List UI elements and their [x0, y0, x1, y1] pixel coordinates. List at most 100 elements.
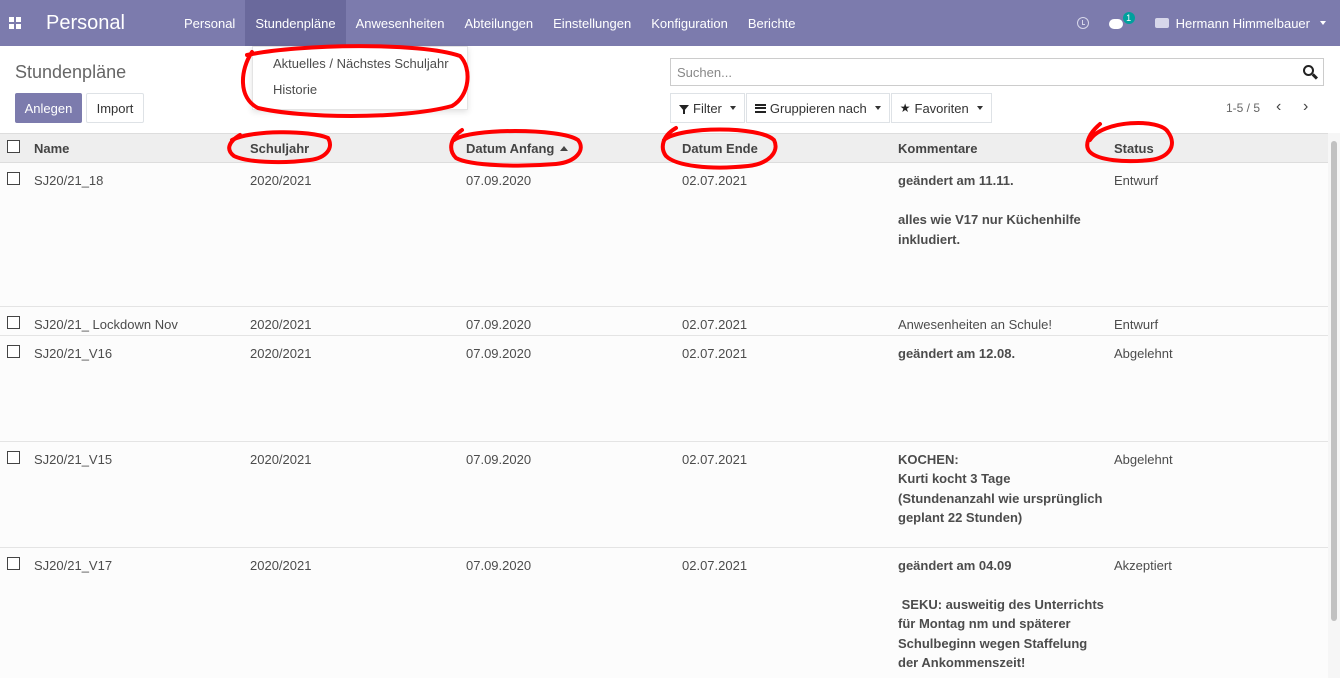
table-row[interactable]: SJ20/21_V17 2020/2021 07.09.2020 02.07.2021… [0, 547, 1328, 678]
column-header-datum-ende[interactable]: Datum Ende [676, 134, 892, 163]
kommentar-line: geändert am 11.11. [898, 173, 1014, 188]
dropdown-item-historie[interactable]: Historie [253, 77, 467, 103]
cell-name: SJ20/21_V15 [34, 451, 113, 467]
menu-item-stundenplaene[interactable]: Stundenpläne [245, 0, 346, 46]
column-header-status[interactable]: Status [1108, 134, 1328, 163]
row-checkbox[interactable] [7, 556, 20, 570]
menu-item-personal[interactable]: Personal [174, 0, 245, 46]
main-menu: Personal Stundenpläne Anwesenheiten Abte… [174, 0, 806, 46]
cell-name: SJ20/21_18 [34, 173, 104, 188]
cell-schuljahr: 2020/2021 [250, 345, 312, 361]
caret-down-icon [729, 106, 736, 110]
cell-status: Akzeptiert [1114, 557, 1172, 573]
kommentar-line: Kurti kocht 3 Tage [898, 471, 1011, 486]
create-button[interactable]: Anlegen [15, 93, 82, 123]
cell-kommentare: KOCHEN: Kurti kocht 3 Tage (Stundenanzahl … [892, 441, 1108, 547]
cell-datum-ende: 02.07.2021 [682, 557, 748, 573]
menu-item-berichte[interactable]: Berichte [738, 0, 806, 46]
favorites-button[interactable]: ★ Favoriten [890, 93, 992, 123]
cell-name: SJ20/21_V16 [34, 345, 113, 361]
cell-name: SJ20/21_V17 [34, 557, 113, 573]
user-avatar-icon [1154, 18, 1169, 28]
kommentar-line: SEKU: ausweitig des Unterrichts [898, 596, 1104, 612]
row-checkbox[interactable] [7, 316, 20, 329]
kommentar-line: geändert am 12.08. [898, 345, 1016, 361]
table-row[interactable]: SJ20/21_18 2020/2021 07.09.2020 02.07.2021 g… [0, 162, 1328, 307]
kommentar-line [898, 575, 1108, 595]
group-by-button[interactable]: Gruppieren nach [745, 93, 890, 123]
messages-chat-icon[interactable]: 1 [1108, 12, 1135, 29]
cell-kommentare: Anwesenheiten an Schule! [892, 307, 1108, 336]
row-checkbox[interactable] [7, 172, 20, 185]
kommentar-line: der Ankommenszeit! [898, 655, 1026, 670]
column-header-kommentare[interactable]: Kommentare [892, 134, 1108, 163]
cell-datum-ende: 02.07.2021 [682, 173, 748, 188]
scrollbar[interactable] [1328, 133, 1340, 678]
kommentar-line: für Montag nm und späterer [898, 616, 1071, 631]
menu-item-abteilungen[interactable]: Abteilungen [454, 0, 543, 46]
kommentar-line: KOCHEN: [898, 451, 959, 467]
cell-kommentare: geändert am 11.11. alles wie V17 nur Küch… [892, 163, 1108, 307]
table-row[interactable]: SJ20/21_V15 2020/2021 07.09.2020 02.07.2021… [0, 441, 1328, 547]
apps-menu-icon[interactable] [0, 0, 30, 46]
menu-item-einstellungen[interactable]: Einstellungen [543, 0, 641, 46]
cell-datum-anfang: 07.09.2020 [466, 345, 532, 361]
kommentar-line: Anwesenheiten an Schule! [898, 317, 1052, 332]
filter-label: Filter [693, 100, 722, 116]
kommentar-line [898, 191, 1108, 211]
pager-value[interactable]: 1-5 / 5 [1226, 101, 1260, 115]
scrollbar-thumb[interactable] [1331, 141, 1337, 621]
cell-datum-ende: 02.07.2021 [682, 345, 748, 361]
cell-status: Abgelehnt [1114, 345, 1173, 361]
cell-status: Entwurf [1114, 317, 1159, 332]
search-options: Filter Gruppieren nach ★ Favoriten [670, 93, 993, 123]
select-all-checkbox[interactable] [7, 140, 20, 153]
search-input[interactable] [671, 59, 1291, 85]
cell-kommentare: geändert am 12.08. [892, 335, 1108, 441]
column-header-datum-anfang-label: Datum Anfang [466, 140, 555, 156]
activity-clock-icon[interactable] [1076, 17, 1089, 29]
pager-next-icon[interactable]: › [1303, 99, 1308, 115]
row-checkbox[interactable] [7, 450, 20, 464]
user-name: Hermann Himmelbauer [1175, 15, 1310, 31]
column-header-schuljahr[interactable]: Schuljahr [244, 134, 460, 163]
stundenplaene-dropdown: Aktuelles / Nächstes Schuljahr Historie [252, 46, 468, 110]
cell-datum-anfang: 07.09.2020 [466, 173, 532, 188]
cell-name: SJ20/21_ Lockdown Nov [34, 317, 178, 332]
kommentar-line: geplant 22 Stunden) [898, 510, 1023, 525]
cell-datum-ende: 02.07.2021 [682, 317, 748, 332]
cell-datum-anfang: 07.09.2020 [466, 317, 532, 332]
pager-previous-icon[interactable]: ‹ [1276, 99, 1281, 115]
kommentar-line: Schulbeginn wegen Staffelung [898, 635, 1088, 651]
group-by-label: Gruppieren nach [769, 100, 867, 116]
user-menu[interactable]: Hermann Himmelbauer [1154, 15, 1326, 31]
row-checkbox[interactable] [7, 344, 20, 358]
kommentar-line: geändert am 04.09 [898, 557, 1012, 573]
cell-kommentare: geändert am 04.09 SEKU: ausweitig des Un… [892, 547, 1108, 678]
column-header-name[interactable]: Name [28, 134, 244, 163]
cell-datum-anfang: 07.09.2020 [466, 451, 532, 467]
import-button[interactable]: Import [86, 93, 144, 123]
cell-schuljahr: 2020/2021 [250, 173, 312, 188]
search-bar [670, 58, 1324, 86]
table-row[interactable]: SJ20/21_V16 2020/2021 07.09.2020 02.07.2021… [0, 335, 1328, 441]
cell-schuljahr: 2020/2021 [250, 451, 312, 467]
cell-status: Abgelehnt [1114, 451, 1173, 467]
table-row[interactable]: SJ20/21_ Lockdown Nov 2020/2021 07.09.2020… [0, 306, 1328, 336]
favorites-label: Favoriten [914, 100, 969, 116]
column-header-datum-anfang[interactable]: Datum Anfang [460, 134, 676, 163]
menu-item-anwesenheiten[interactable]: Anwesenheiten [346, 0, 455, 46]
cell-datum-ende: 02.07.2021 [682, 451, 748, 467]
cell-status: Entwurf [1114, 173, 1159, 188]
menu-item-konfiguration[interactable]: Konfiguration [641, 0, 738, 46]
search-icon[interactable] [1303, 65, 1319, 80]
group-list-icon [754, 103, 766, 113]
dropdown-item-aktuelles[interactable]: Aktuelles / Nächstes Schuljahr [253, 51, 467, 77]
cell-schuljahr: 2020/2021 [250, 317, 312, 332]
kommentar-line: inkludiert. [898, 231, 961, 247]
filter-button[interactable]: Filter [670, 93, 745, 123]
caret-down-icon [1320, 21, 1326, 25]
stundenplaene-table: Name Schuljahr Datum Anfang Datum Ende K… [0, 133, 1328, 678]
cell-datum-anfang: 07.09.2020 [466, 557, 532, 573]
app-brand: Personal [46, 11, 125, 34]
